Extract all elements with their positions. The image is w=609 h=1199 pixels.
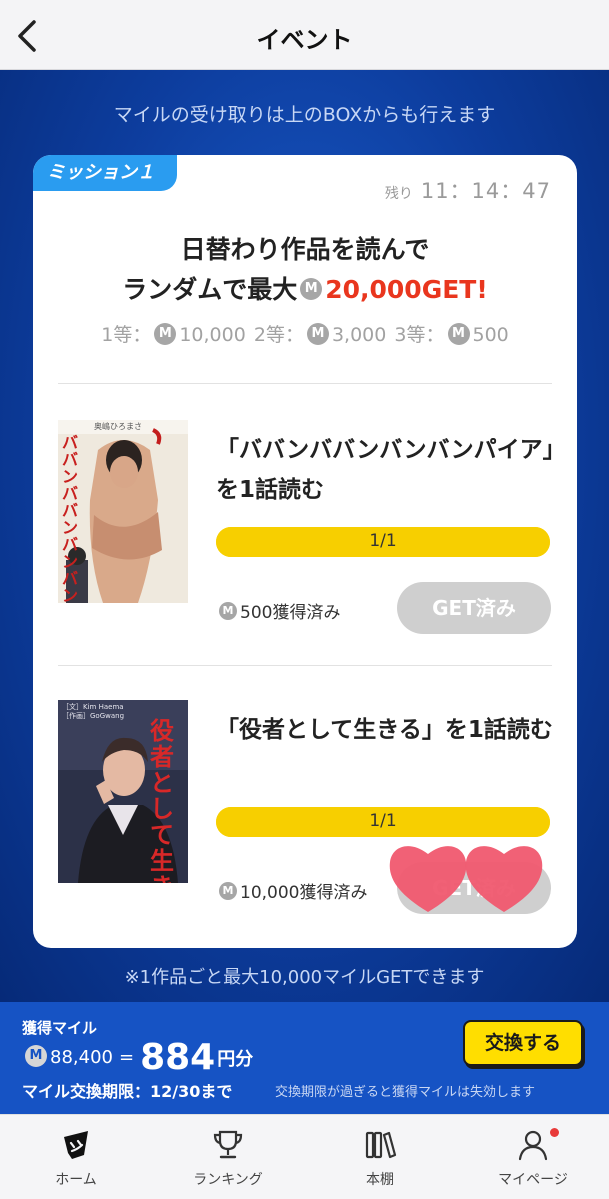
headline-amount: 20,000GET! <box>325 275 488 304</box>
timer-value: 11：14：47 <box>420 179 551 203</box>
reward-text: 10,000獲得済み <box>240 883 368 903</box>
headline-prefix: ランダムで最大 <box>122 275 298 304</box>
exchange-deadline: マイル交換期限：12/30まで <box>22 1082 233 1101</box>
cover-author-text: 奥嶋ひろまさ <box>94 422 142 431</box>
headline-line1: 日替わり作品を読んで <box>180 235 430 264</box>
task-item: ［文］Kim Haema ［作画］GoGwang 役者として生きる 「役者として… <box>33 700 577 948</box>
progress-text: 1/1 <box>369 531 397 551</box>
mile-coin-icon: M <box>300 278 323 300</box>
box-notice: マイルの受け取りは上のBOXからも行えます <box>113 104 496 126</box>
book-cover-actor[interactable]: ［文］Kim Haema ［作画］GoGwang 役者として生きる <box>58 700 188 883</box>
mission-headline: 日替わり作品を読んで ランダムで最大 M 20,000GET! <box>33 230 577 310</box>
task-item: ババンババンバンバンパイア 奥嶋ひろまさ 「ババンババンバンバンパイア」を1話読… <box>33 420 577 670</box>
headline-line2: ランダムで最大 M 20,000GET! <box>33 270 577 310</box>
bottom-tab-bar: ホーム ランキング 本棚 マイページ <box>0 1114 609 1199</box>
exchange-button[interactable]: 交換する <box>463 1020 583 1066</box>
mission-badge: ミッション１ <box>33 155 177 191</box>
cover-credit-text: ［文］Kim Haema ［作画］GoGwang <box>62 703 125 720</box>
countdown-timer: 残り 11：14：47 <box>385 175 551 205</box>
miles-panel: 獲得マイル M 88,400 = 884 円分 交換する マイル交換期限：12/30まで… <box>0 1002 609 1114</box>
cover-title-text: 役者として生きる <box>150 717 174 883</box>
tab-mypage[interactable]: マイページ <box>457 1115 609 1199</box>
prize-item: 2等： M 3,000 <box>253 322 387 346</box>
mile-coin-icon: M <box>219 882 237 900</box>
prize-list: 1等： M 10,000 2等： M 3,000 3等： M 500 <box>33 320 577 347</box>
divider <box>58 383 552 384</box>
task-title: 「ババンババンバンバンパイア」を1話読む <box>216 437 555 503</box>
bookshelf-icon <box>365 1131 397 1159</box>
timer-label: 残り <box>384 186 413 202</box>
mile-coin-icon: M <box>447 322 470 345</box>
progress-bar: 1/1 <box>216 527 550 557</box>
book-cover-vampire[interactable]: ババンババンバンバンパイア 奥嶋ひろまさ <box>58 420 188 603</box>
progress-bar: 1/1 <box>216 807 550 837</box>
tab-label: 本棚 <box>366 1172 394 1188</box>
prize-item: 3等： M 500 <box>394 322 509 346</box>
mile-coin-icon: M <box>219 602 237 620</box>
miles-label: 獲得マイル <box>22 1019 98 1037</box>
equals-sign: = <box>118 1047 135 1068</box>
mile-coin-icon: M <box>154 322 177 345</box>
page-title: イベント <box>256 26 353 54</box>
mission-card: ミッション１ 残り 11：14：47 日替わり作品を読んで ランダムで最大 M 20,… <box>33 155 577 948</box>
yen-unit: 円分 <box>217 1048 254 1070</box>
reward-status: M 500獲得済み <box>216 598 340 623</box>
event-content[interactable]: マイルの受け取りは上のBOXからも行えます ミッション１ 残り 11：14：47 … <box>0 70 609 1002</box>
miles-amount: 88,400 <box>50 1047 113 1068</box>
home-icon <box>64 1131 88 1159</box>
tab-label: ランキング <box>193 1172 263 1188</box>
mile-coin-icon: M <box>306 322 329 345</box>
get-button[interactable]: GET済み <box>397 582 551 634</box>
cover-title-text: ババンババンバンバンパイア <box>62 433 79 603</box>
prize-item: 1等： M 10,000 <box>101 322 246 346</box>
miles-summary: M 88,400 = 884 円分 <box>22 1037 254 1078</box>
mile-coin-icon: M <box>25 1044 47 1067</box>
divider <box>58 665 552 666</box>
expiry-note: 交換期限が過ぎると獲得マイルは失効します <box>275 1085 536 1100</box>
reward-text: 500獲得済み <box>240 603 341 623</box>
tab-label: ホーム <box>55 1172 97 1188</box>
tab-ranking[interactable]: ランキング <box>152 1115 304 1199</box>
user-icon <box>518 1130 548 1161</box>
trophy-icon <box>213 1130 243 1159</box>
reward-status: M 10,000獲得済み <box>216 878 367 903</box>
yen-value: 884 <box>140 1037 216 1078</box>
task-title: 「役者として生きる」を1話読む <box>216 717 553 743</box>
tab-bookshelf[interactable]: 本棚 <box>304 1115 456 1199</box>
top-nav-bar: イベント <box>0 0 609 70</box>
get-button[interactable]: GET済み <box>397 862 551 914</box>
tab-home[interactable]: ホーム <box>0 1115 152 1199</box>
notification-dot <box>550 1128 559 1137</box>
progress-text: 1/1 <box>369 811 397 831</box>
tab-label: マイページ <box>498 1172 568 1188</box>
max-mile-notice: ※1作品ごと最大10,000マイルGETできます <box>124 967 485 988</box>
